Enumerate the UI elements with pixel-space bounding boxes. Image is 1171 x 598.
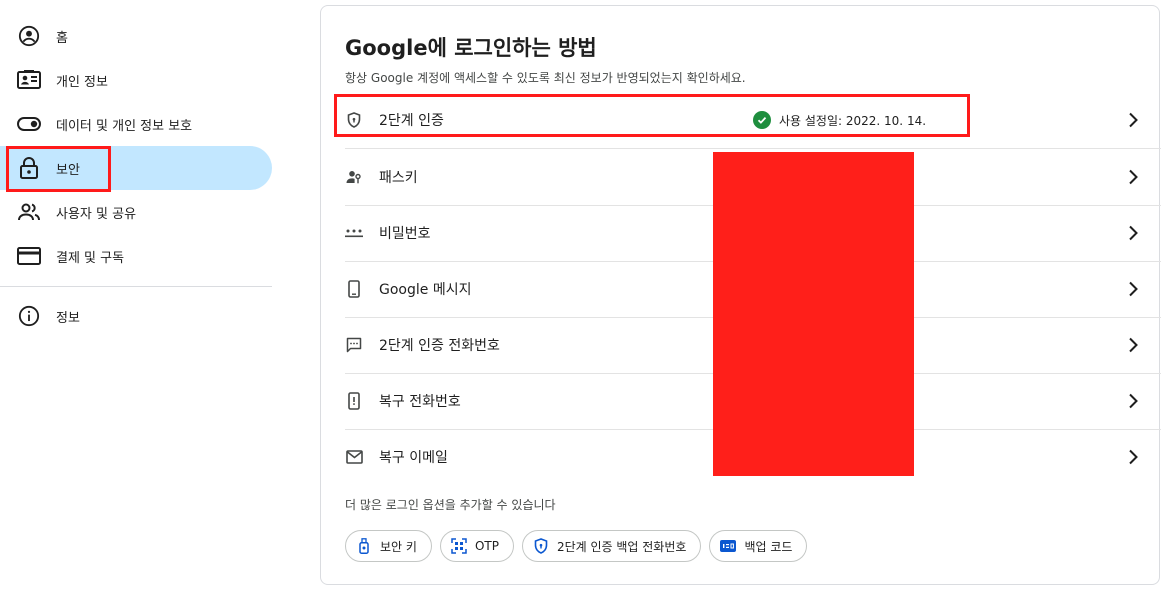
account-circle-icon: [17, 24, 41, 48]
chevron-right-icon: [1123, 335, 1143, 355]
chip-label: 백업 코드: [744, 539, 793, 554]
chevron-right-icon: [1123, 167, 1143, 187]
chevron-right-icon: [1123, 391, 1143, 411]
signin-option-chips: 보안 키 OTP 2단계 인증 백업 전화번호 백업 코드: [345, 530, 808, 562]
mail-icon: [345, 448, 363, 466]
page-description: 항상 Google 계정에 액세스할 수 있도록 최신 정보가 반영되었는지 확…: [345, 71, 746, 85]
sidebar-item-home[interactable]: 홈: [0, 14, 272, 58]
row-label: 2단계 인증 전화번호: [379, 338, 500, 354]
sidebar-item-label: 사용자 및 공유: [56, 206, 137, 222]
chevron-right-icon: [1123, 223, 1143, 243]
qr-scan-icon: [451, 538, 467, 554]
chip-label: 2단계 인증 백업 전화번호: [556, 539, 687, 554]
sidebar-item-label: 정보: [56, 310, 80, 326]
toggle-icon: [17, 112, 41, 136]
usb-key-icon: [356, 538, 372, 554]
sidebar-item-security[interactable]: 보안: [0, 146, 272, 190]
phone-alert-icon: [345, 392, 363, 410]
sidebar-item-payments[interactable]: 결제 및 구독: [0, 234, 272, 278]
info-icon: [17, 304, 41, 328]
sidebar-item-label: 데이터 및 개인 정보 보호: [56, 118, 193, 134]
sidebar-item-label: 결제 및 구독: [56, 250, 125, 266]
row-label: Google 메시지: [379, 282, 472, 298]
sidebar-item-label: 홈: [56, 30, 68, 46]
chip-backup-codes[interactable]: 백업 코드: [709, 530, 808, 562]
row-label: 복구 전화번호: [379, 394, 461, 410]
shield-icon: [533, 538, 549, 554]
sidebar: 홈 개인 정보 데이터 및 개인 정보 보호 보안 사용자 및 공유 결제 및 …: [0, 0, 290, 598]
row-label: 복구 이메일: [379, 450, 448, 466]
more-options-text: 더 많은 로그인 옵션을 추가할 수 있습니다: [345, 498, 556, 512]
chevron-right-icon: [1123, 110, 1143, 130]
row-label: 비밀번호: [379, 226, 431, 242]
chip-backup-phone[interactable]: 2단계 인증 백업 전화번호: [521, 530, 702, 562]
sidebar-item-people-sharing[interactable]: 사용자 및 공유: [0, 190, 272, 234]
two-step-status: 사용 설정일: 2022. 10. 14.: [753, 111, 926, 129]
sidebar-item-about[interactable]: 정보: [0, 294, 272, 338]
chip-label: 보안 키: [380, 539, 417, 554]
credit-card-icon: [17, 244, 41, 268]
status-text: 사용 설정일: 2022. 10. 14.: [779, 113, 927, 128]
chip-security-key[interactable]: 보안 키: [345, 530, 432, 562]
lock-icon: [17, 156, 41, 180]
id-card-icon: [17, 68, 41, 92]
row-label: 2단계 인증: [379, 113, 444, 129]
password-dots-icon: [345, 224, 363, 242]
chevron-right-icon: [1123, 279, 1143, 299]
shield-icon: [345, 111, 363, 129]
sidebar-item-data-privacy[interactable]: 데이터 및 개인 정보 보호: [0, 102, 272, 146]
check-circle-icon: [753, 111, 771, 129]
sidebar-item-label: 개인 정보: [56, 74, 108, 90]
sidebar-item-label: 보안: [56, 162, 80, 178]
chip-otp[interactable]: OTP: [439, 530, 514, 562]
row-label: 패스키: [379, 170, 418, 186]
message-icon: [345, 336, 363, 354]
chevron-right-icon: [1123, 447, 1143, 467]
phone-icon: [345, 280, 363, 298]
code-123-icon: [720, 538, 737, 554]
row-two-step-verification[interactable]: 2단계 인증 사용 설정일: 2022. 10. 14.: [333, 92, 1149, 148]
redaction-block: [713, 152, 914, 476]
sidebar-item-personal-info[interactable]: 개인 정보: [0, 58, 272, 102]
people-icon: [17, 200, 41, 224]
page-title: Google에 로그인하는 방법: [345, 36, 597, 60]
chip-label: OTP: [474, 539, 499, 553]
person-key-icon: [345, 168, 363, 186]
sidebar-divider: [0, 286, 272, 287]
